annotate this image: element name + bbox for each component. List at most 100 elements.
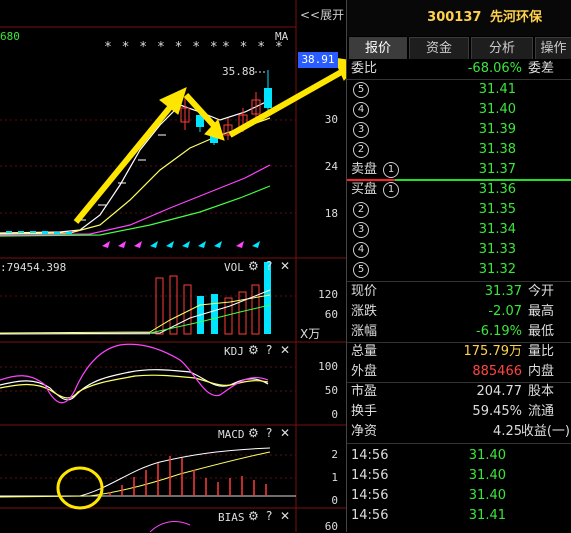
level-badge: 3	[353, 222, 369, 238]
bias-close-icon[interactable]: ✕	[280, 509, 290, 523]
macd-axis-2: 2	[331, 448, 338, 461]
kline-chart-area[interactable]: <<展开 680 MA * * * * * * * * * * * 35.88 …	[0, 0, 346, 533]
price-axis-30: 30	[324, 113, 338, 126]
kdj-axis-100: 100	[318, 360, 338, 373]
tab-quote[interactable]: 报价	[349, 37, 407, 59]
price-axis-24: 24	[324, 160, 338, 173]
tick-row: 14:56 31.40	[347, 466, 571, 486]
sell-order-4[interactable]: 4 31.40	[347, 100, 571, 120]
tick-time: 14:56	[351, 448, 389, 463]
stat-label: 涨幅	[351, 324, 378, 339]
stat-label2: 内盘	[527, 364, 554, 379]
stat-label: 总量	[351, 344, 378, 359]
bias-settings-icon[interactable]: ⚙	[248, 509, 259, 523]
vol-unit: X万	[300, 327, 321, 341]
buy-label: 买盘	[351, 182, 378, 197]
vol-axis-60: 60	[324, 308, 338, 321]
buy-order-3[interactable]: 3 31.34	[347, 220, 571, 240]
kdj-help-icon[interactable]: ?	[266, 343, 272, 357]
tick-price: 31.40	[468, 448, 506, 463]
stat-row: 换手 59.45% 流通	[347, 402, 571, 422]
wei-bi-value: -68.06%	[467, 61, 522, 76]
tab-analysis[interactable]: 分析	[471, 37, 533, 59]
quote-panel: 300137 先河环保 报价 资金 分析 操作 委比 -68.06% 委差 5 …	[346, 0, 571, 532]
wei-bi-row: 委比 -68.06% 委差	[347, 59, 571, 79]
sell-order-2[interactable]: 2 31.38	[347, 140, 571, 160]
star-row-1: * * * * * * *	[104, 40, 219, 55]
tick-time: 14:56	[351, 468, 389, 483]
buy-price: 31.34	[478, 222, 516, 237]
buy-price: 31.36	[478, 182, 516, 197]
buy-order-2[interactable]: 2 31.35	[347, 200, 571, 220]
buy-order-5[interactable]: 5 31.32	[347, 260, 571, 280]
expand-button[interactable]: <<展开	[300, 6, 344, 23]
tick-price: 31.40	[468, 488, 506, 503]
level-badge: 3	[353, 122, 369, 138]
vol-close-icon[interactable]: ✕	[280, 259, 290, 273]
stat-label2: 最低	[527, 324, 554, 339]
tick-price: 31.41	[468, 508, 506, 523]
stat-label2: 收益(一)	[520, 424, 570, 439]
kdj-axis-50: 50	[324, 384, 338, 397]
bias-axis-60: 60	[324, 520, 338, 533]
sell-order-1[interactable]: 卖盘 1 31.37	[347, 160, 571, 180]
vol-help-icon[interactable]: ?	[266, 259, 272, 273]
macd-close-icon[interactable]: ✕	[280, 426, 290, 440]
price-marker: 38.91	[298, 52, 338, 68]
stat-label2: 股本	[527, 384, 554, 399]
sell-order-5[interactable]: 5 31.41	[347, 80, 571, 100]
stat-value: -6.19%	[476, 324, 522, 339]
wei-cha-label: 委差	[527, 61, 554, 76]
tick-row: 14:56 31.41	[347, 506, 571, 526]
vol-settings-icon[interactable]: ⚙	[248, 259, 259, 273]
quote-tabs: 报价 资金 分析 操作	[347, 37, 571, 59]
sell-label: 卖盘	[351, 162, 378, 177]
macd-axis-1: 1	[331, 471, 338, 484]
tab-funds[interactable]: 资金	[409, 37, 469, 59]
sell-price: 31.41	[478, 82, 516, 97]
level-badge: 2	[353, 202, 369, 218]
tick-row: 14:56 31.40	[347, 486, 571, 506]
level-badge: 1	[383, 162, 399, 178]
bias-help-icon[interactable]: ?	[266, 509, 272, 523]
stat-label: 现价	[351, 284, 378, 299]
stat-label: 净资	[351, 424, 378, 439]
buy-order-4[interactable]: 4 31.33	[347, 240, 571, 260]
level-badge: 1	[383, 182, 399, 198]
tick-time: 14:56	[351, 488, 389, 503]
macd-help-icon[interactable]: ?	[266, 426, 272, 440]
top-left-value: 680	[0, 30, 20, 43]
stat-row: 市盈 204.77 股本	[347, 382, 571, 402]
stat-value: 885466	[472, 364, 522, 379]
vol-axis-120: 120	[318, 288, 338, 301]
tick-row: 14:56 31.40	[347, 446, 571, 466]
stat-value: 175.79万	[463, 344, 523, 359]
kdj-close-icon[interactable]: ✕	[280, 343, 290, 357]
sell-order-3[interactable]: 3 31.39	[347, 120, 571, 140]
level-badge: 5	[353, 82, 369, 98]
price-axis-18: 18	[324, 207, 338, 220]
level-badge: 4	[353, 102, 369, 118]
ma20-line	[0, 164, 271, 236]
stat-value: 4.25	[493, 424, 522, 439]
stat-value: -2.07	[488, 304, 522, 319]
tick-price: 31.40	[468, 468, 506, 483]
macd-label: MACD	[218, 428, 245, 441]
vol-label: VOL	[224, 261, 244, 274]
kdj-settings-icon[interactable]: ⚙	[248, 343, 259, 357]
stat-row: 现价 31.37 今开	[347, 282, 571, 302]
stat-row: 净资 4.25 收益(一)	[347, 422, 571, 442]
sell-price: 31.39	[478, 122, 516, 137]
ma60-line	[0, 185, 271, 237]
stat-label: 换手	[351, 404, 378, 419]
stat-row: 涨跌 -2.07 最高	[347, 302, 571, 322]
tab-operation[interactable]: 操作	[535, 37, 571, 59]
macd-settings-icon[interactable]: ⚙	[248, 426, 259, 440]
tick-time: 14:56	[351, 508, 389, 523]
stock-header: 300137 先河环保	[347, 0, 571, 36]
kdj-axis-0: 0	[331, 408, 338, 421]
stock-name: 先河环保	[489, 10, 542, 25]
buy-price: 31.32	[478, 262, 516, 277]
stat-label2: 量比	[527, 344, 554, 359]
buy-order-1[interactable]: 买盘 1 31.36	[347, 180, 571, 200]
